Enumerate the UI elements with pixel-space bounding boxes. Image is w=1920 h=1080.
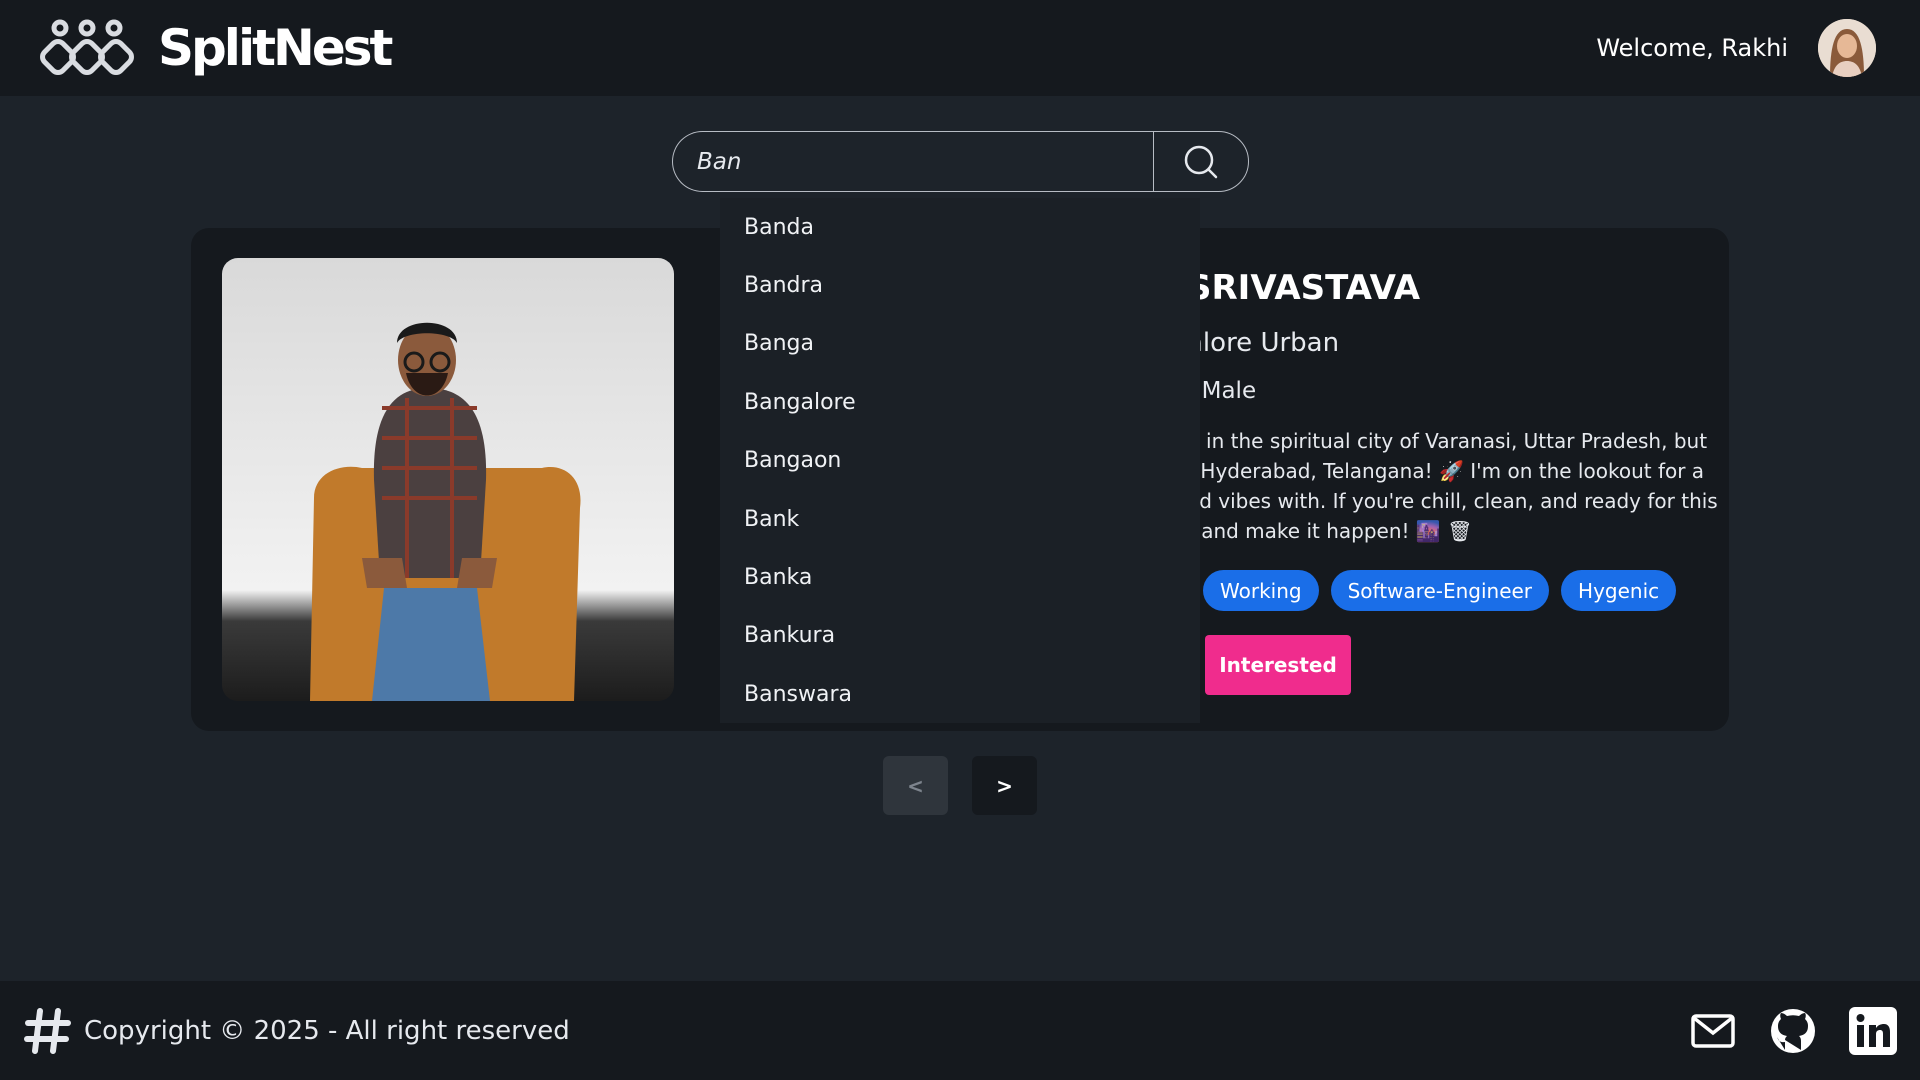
suggestion-item[interactable]: Banga	[720, 315, 1200, 373]
suggestion-item[interactable]: Banswara	[720, 665, 1200, 723]
tag-software-engineer: Software-Engineer	[1330, 570, 1550, 611]
search-suggestions-dropdown: Banda Bandra Banga Bangalore Bangaon Ban…	[720, 198, 1200, 723]
linkedin-icon[interactable]	[1848, 1006, 1898, 1056]
suggestion-item[interactable]: Banda	[720, 198, 1200, 256]
tag-working: Working	[1203, 570, 1319, 611]
prev-page-button[interactable]: <	[883, 756, 948, 815]
suggestion-item[interactable]: Bankura	[720, 607, 1200, 665]
logo-icon	[40, 19, 134, 75]
copyright-text: Copyright © 2025 - All right reserved	[84, 1015, 570, 1046]
footer: Copyright © 2025 - All right reserved	[0, 981, 1920, 1080]
profile-name: SRIVASTAVA	[1187, 268, 1421, 308]
interested-button[interactable]: Interested	[1205, 635, 1351, 695]
bio-line: t and make it happen! 🌆 🗑	[1187, 519, 1473, 543]
github-icon[interactable]	[1768, 1006, 1818, 1056]
bio-line: d in the spiritual city of Varanasi, Utt…	[1187, 429, 1708, 453]
search-icon	[1184, 145, 1218, 178]
pagination: < >	[883, 756, 1037, 815]
profile-bio: d in the spiritual city of Varanasi, Utt…	[1187, 426, 1718, 546]
bio-line: f Hyderabad, Telangana! 🚀 I'm on the loo…	[1187, 459, 1705, 483]
nav-right: Welcome, Rakhi	[1596, 19, 1876, 77]
navbar: SplitNest Welcome, Rakhi	[0, 0, 1920, 96]
mail-icon[interactable]	[1688, 1006, 1738, 1056]
search-button[interactable]	[1153, 131, 1249, 192]
tag-hygenic: Hygenic	[1561, 570, 1677, 611]
brand[interactable]: SplitNest	[40, 18, 393, 78]
search-input[interactable]	[672, 131, 1153, 192]
next-page-button[interactable]: >	[972, 756, 1037, 815]
suggestion-item[interactable]: Bangaon	[720, 432, 1200, 490]
brand-name: SplitNest	[158, 19, 393, 77]
suggestion-item[interactable]: Banka	[720, 548, 1200, 606]
profile-location: alore Urban	[1187, 328, 1340, 358]
search-bar	[672, 131, 1249, 192]
bio-line: od vibes with. If you're chill, clean, a…	[1187, 489, 1718, 513]
footer-social	[1688, 1006, 1898, 1056]
footer-left: Copyright © 2025 - All right reserved	[22, 1005, 570, 1057]
tag-list: Working Software-Engineer Hygenic	[1203, 570, 1677, 611]
suggestion-item[interactable]: Bandra	[720, 256, 1200, 314]
hash-icon	[24, 1007, 71, 1054]
welcome-text: Welcome, Rakhi	[1596, 34, 1788, 62]
suggestion-item[interactable]: Bangalore	[720, 373, 1200, 431]
profile-photo	[222, 258, 674, 701]
suggestion-item[interactable]: Bank	[720, 490, 1200, 548]
avatar-image	[1818, 19, 1876, 77]
avatar[interactable]	[1818, 19, 1876, 77]
